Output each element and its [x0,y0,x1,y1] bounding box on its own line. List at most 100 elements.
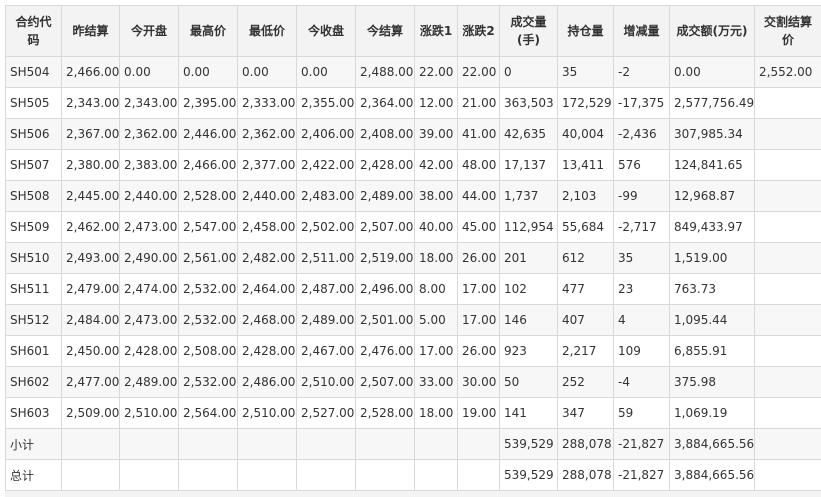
table-row: 小计539,529288,078-21,8273,884,665.56 [6,429,821,460]
cell-prev-settle: 2,466.00 [62,57,120,88]
header-change2: 涨跌2 [458,6,500,57]
cell-delivery-settle [755,336,821,367]
cell-change1: 5.00 [415,305,458,336]
cell-prev-settle: 2,380.00 [62,150,120,181]
cell-oi-change: 576 [614,150,670,181]
cell-delivery-settle [755,367,821,398]
cell-open-interest: 13,411 [558,150,614,181]
cell-change2: 19.00 [458,398,500,429]
cell-turnover: 6,855.91 [670,336,755,367]
cell-oi-change: -4 [614,367,670,398]
cell-turnover: 12,968.87 [670,181,755,212]
cell-open: 2,473.00 [120,305,179,336]
cell-delivery-settle [755,274,821,305]
cell-close [297,460,356,491]
cell-high [179,429,238,460]
cell-open-interest: 612 [558,243,614,274]
header-volume: 成交量(手) [500,6,558,57]
cell-close: 2,467.00 [297,336,356,367]
cell-delivery-settle [755,398,821,429]
cell-settle: 2,519.00 [356,243,415,274]
cell-volume: 539,529 [500,460,558,491]
cell-delivery-settle: 2,552.00 [755,57,821,88]
cell-change2: 41.00 [458,119,500,150]
header-open-interest: 持仓量 [558,6,614,57]
cell-prev-settle [62,460,120,491]
cell-open: 2,362.00 [120,119,179,150]
cell-high: 2,547.00 [179,212,238,243]
header-prev-settle: 昨结算 [62,6,120,57]
cell-contract-code: SH601 [6,336,62,367]
cell-close: 2,511.00 [297,243,356,274]
cell-open-interest: 288,078 [558,429,614,460]
cell-settle: 2,496.00 [356,274,415,305]
cell-open: 2,473.00 [120,212,179,243]
table-row: SH5082,445.002,440.002,528.002,440.002,4… [6,181,821,212]
cell-low: 2,486.00 [238,367,297,398]
table-row: SH5042,466.000.000.000.000.002,488.0022.… [6,57,821,88]
cell-change1: 18.00 [415,243,458,274]
cell-open-interest: 407 [558,305,614,336]
cell-prev-settle: 2,445.00 [62,181,120,212]
cell-delivery-settle [755,150,821,181]
cell-close [297,429,356,460]
cell-contract-code: SH506 [6,119,62,150]
cell-turnover: 0.00 [670,57,755,88]
cell-open: 2,489.00 [120,367,179,398]
table-row: SH5102,493.002,490.002,561.002,482.002,5… [6,243,821,274]
cell-open-interest: 2,217 [558,336,614,367]
cell-high: 2,532.00 [179,367,238,398]
cell-volume: 539,529 [500,429,558,460]
header-close: 今收盘 [297,6,356,57]
cell-turnover: 763.73 [670,274,755,305]
cell-low: 2,428.00 [238,336,297,367]
cell-prev-settle: 2,484.00 [62,305,120,336]
futures-table-container: 合约代码 昨结算 今开盘 最高价 最低价 今收盘 今结算 涨跌1 涨跌2 成交量… [5,5,821,491]
cell-turnover: 1,069.19 [670,398,755,429]
cell-volume: 363,503 [500,88,558,119]
cell-oi-change: -99 [614,181,670,212]
cell-high [179,460,238,491]
cell-settle: 2,476.00 [356,336,415,367]
header-row: 合约代码 昨结算 今开盘 最高价 最低价 今收盘 今结算 涨跌1 涨跌2 成交量… [6,6,821,57]
cell-change2: 26.00 [458,336,500,367]
header-turnover: 成交额(万元) [670,6,755,57]
cell-open: 2,383.00 [120,150,179,181]
table-row: SH5072,380.002,383.002,466.002,377.002,4… [6,150,821,181]
table-row: 总计539,529288,078-21,8273,884,665.56 [6,460,821,491]
header-open: 今开盘 [120,6,179,57]
cell-prev-settle: 2,477.00 [62,367,120,398]
cell-close: 2,510.00 [297,367,356,398]
cell-oi-change: -2,717 [614,212,670,243]
cell-contract-code: SH508 [6,181,62,212]
header-low: 最低价 [238,6,297,57]
cell-contract-code: SH602 [6,367,62,398]
header-contract-code: 合约代码 [6,6,62,57]
cell-open-interest: 172,529 [558,88,614,119]
cell-change1: 40.00 [415,212,458,243]
cell-contract-code: SH603 [6,398,62,429]
cell-change1: 38.00 [415,181,458,212]
cell-volume: 141 [500,398,558,429]
cell-low: 2,333.00 [238,88,297,119]
cell-change1: 8.00 [415,274,458,305]
cell-delivery-settle [755,181,821,212]
cell-high: 2,532.00 [179,305,238,336]
cell-delivery-settle [755,243,821,274]
cell-contract-code: SH505 [6,88,62,119]
cell-low: 2,362.00 [238,119,297,150]
cell-low: 2,377.00 [238,150,297,181]
cell-prev-settle: 2,479.00 [62,274,120,305]
cell-volume: 42,635 [500,119,558,150]
header-delivery-settle: 交割结算价 [755,6,821,57]
cell-high: 2,528.00 [179,181,238,212]
cell-open: 2,510.00 [120,398,179,429]
futures-settlement-table: 合约代码 昨结算 今开盘 最高价 最低价 今收盘 今结算 涨跌1 涨跌2 成交量… [5,5,821,491]
cell-low: 2,482.00 [238,243,297,274]
cell-delivery-settle [755,119,821,150]
cell-open-interest: 477 [558,274,614,305]
cell-volume: 112,954 [500,212,558,243]
cell-change1: 33.00 [415,367,458,398]
cell-low [238,460,297,491]
cell-volume: 17,137 [500,150,558,181]
